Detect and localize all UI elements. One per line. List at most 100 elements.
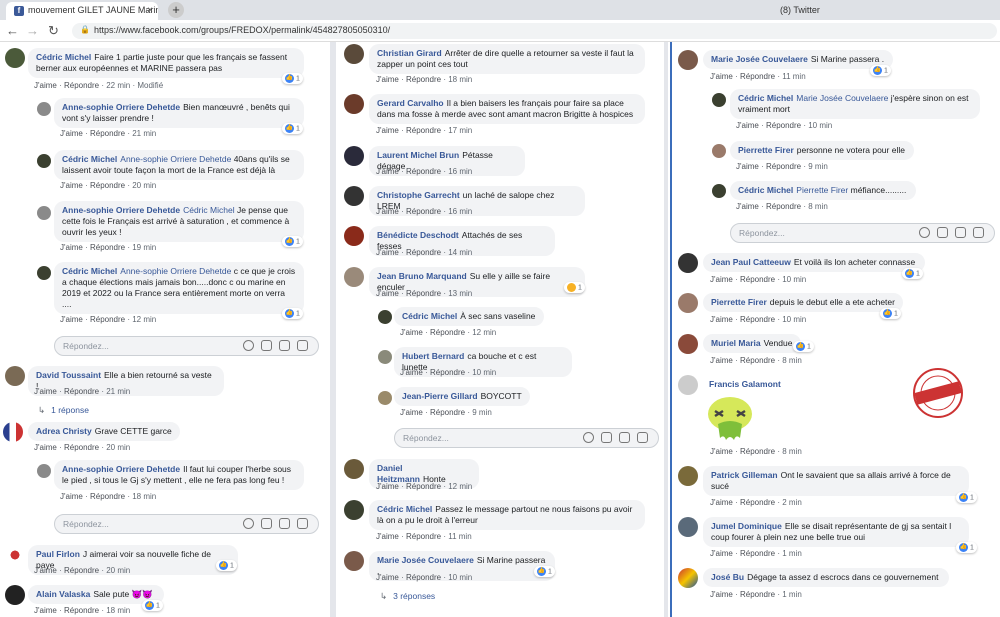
reaction-count[interactable]: 👍 1	[880, 308, 901, 319]
avatar[interactable]	[344, 44, 364, 64]
avatar[interactable]	[5, 48, 25, 68]
sticker-icon[interactable]	[297, 518, 308, 529]
reaction-count[interactable]: 👍 1	[282, 73, 303, 84]
avatar[interactable]	[344, 267, 364, 287]
reply-link[interactable]: Répondre	[406, 248, 441, 257]
like-link[interactable]: J'aime	[736, 121, 759, 130]
reply-link[interactable]: Répondre	[406, 482, 441, 491]
like-link[interactable]: J'aime	[710, 72, 733, 81]
reaction-count[interactable]: 👍 1	[282, 308, 303, 319]
avatar[interactable]	[712, 93, 726, 107]
reply-link[interactable]: Répondre	[740, 498, 775, 507]
camera-icon[interactable]	[261, 340, 272, 351]
avatar[interactable]	[678, 568, 698, 588]
like-link[interactable]: J'aime	[376, 167, 399, 176]
avatar[interactable]	[344, 186, 364, 206]
reply-link[interactable]: Répondre	[766, 162, 801, 171]
like-link[interactable]: J'aime	[400, 368, 423, 377]
like-link[interactable]: J'aime	[710, 498, 733, 507]
like-link[interactable]: J'aime	[34, 81, 57, 90]
view-replies-link[interactable]: ↳ 1 réponse	[38, 405, 89, 416]
reply-input[interactable]: Répondez...	[54, 514, 319, 534]
reaction-count[interactable]: 1	[564, 282, 585, 293]
reply-link[interactable]: Répondre	[406, 573, 441, 582]
camera-icon[interactable]	[601, 432, 612, 443]
avatar[interactable]	[678, 375, 698, 395]
avatar[interactable]	[378, 350, 392, 364]
reply-link[interactable]: Répondre	[64, 606, 99, 615]
avatar[interactable]	[344, 226, 364, 246]
reaction-count[interactable]: 👍 1	[956, 542, 977, 553]
like-link[interactable]: J'aime	[400, 328, 423, 337]
reload-icon[interactable]: ↻	[48, 23, 59, 39]
avatar[interactable]	[344, 500, 364, 520]
like-link[interactable]: J'aime	[710, 590, 733, 599]
camera-icon[interactable]	[937, 227, 948, 238]
sticker-icon[interactable]	[973, 227, 984, 238]
reply-link[interactable]: Répondre	[740, 72, 775, 81]
reply-link[interactable]: Répondre	[430, 328, 465, 337]
avatar[interactable]	[3, 422, 23, 442]
reply-link[interactable]: Répondre	[406, 207, 441, 216]
back-arrow-icon[interactable]: ←	[6, 23, 19, 38]
avatar[interactable]	[37, 154, 51, 168]
reply-link[interactable]: Répondre	[740, 590, 775, 599]
avatar[interactable]	[678, 466, 698, 486]
reply-link[interactable]: Répondre	[740, 447, 775, 456]
like-link[interactable]: J'aime	[34, 566, 57, 575]
emoji-icon[interactable]	[243, 340, 254, 351]
reply-link[interactable]: Répondre	[430, 368, 465, 377]
gif-icon[interactable]	[279, 518, 290, 529]
like-link[interactable]: J'aime	[376, 207, 399, 216]
like-link[interactable]: J'aime	[376, 75, 399, 84]
url-field[interactable]: 🔒 https://www.facebook.com/groups/FREDOX…	[72, 23, 997, 39]
reply-link[interactable]: Répondre	[64, 387, 99, 396]
like-link[interactable]: J'aime	[34, 443, 57, 452]
reply-link[interactable]: Répondre	[90, 129, 125, 138]
like-link[interactable]: J'aime	[400, 408, 423, 417]
tab-active[interactable]: f mouvement GILET JAUNE Marin ×	[6, 2, 158, 20]
avatar[interactable]	[344, 146, 364, 166]
like-link[interactable]: J'aime	[34, 387, 57, 396]
tab-twitter[interactable]: (8) Twitter	[720, 2, 870, 20]
like-link[interactable]: J'aime	[710, 315, 733, 324]
reply-link[interactable]: Répondre	[430, 408, 465, 417]
view-replies-link[interactable]: ↳ 3 réponses	[380, 591, 435, 602]
new-tab-button[interactable]: +	[168, 2, 184, 18]
avatar[interactable]	[678, 50, 698, 70]
like-link[interactable]: J'aime	[60, 181, 83, 190]
like-link[interactable]: J'aime	[376, 482, 399, 491]
avatar[interactable]	[344, 94, 364, 114]
reaction-count[interactable]: 👍 1	[956, 492, 977, 503]
like-link[interactable]: J'aime	[60, 315, 83, 324]
avatar[interactable]	[37, 206, 51, 220]
reply-link[interactable]: Répondre	[740, 315, 775, 324]
emoji-icon[interactable]	[919, 227, 930, 238]
reaction-count[interactable]: 👍 1	[534, 566, 555, 577]
sticker-icon[interactable]	[637, 432, 648, 443]
avatar[interactable]	[5, 585, 25, 605]
gif-icon[interactable]	[619, 432, 630, 443]
like-link[interactable]: J'aime	[736, 162, 759, 171]
reply-link[interactable]: Répondre	[406, 126, 441, 135]
reply-input[interactable]: Répondez...	[394, 428, 659, 448]
reply-link[interactable]: Répondre	[406, 167, 441, 176]
gif-icon[interactable]	[279, 340, 290, 351]
avatar[interactable]	[378, 310, 392, 324]
reaction-count[interactable]: 👍 1	[216, 560, 237, 571]
reaction-count[interactable]: 👍 1	[142, 600, 163, 611]
like-link[interactable]: J'aime	[710, 275, 733, 284]
emoji-icon[interactable]	[243, 518, 254, 529]
avatar[interactable]	[378, 391, 392, 405]
reply-link[interactable]: Répondre	[740, 356, 775, 365]
like-link[interactable]: J'aime	[376, 289, 399, 298]
avatar[interactable]	[5, 545, 25, 565]
like-link[interactable]: J'aime	[376, 573, 399, 582]
like-link[interactable]: J'aime	[710, 356, 733, 365]
like-link[interactable]: J'aime	[736, 202, 759, 211]
avatar[interactable]	[344, 459, 364, 479]
avatar[interactable]	[37, 464, 51, 478]
avatar[interactable]	[712, 184, 726, 198]
reply-link[interactable]: Répondre	[90, 315, 125, 324]
reaction-count[interactable]: 👍 1	[282, 236, 303, 247]
